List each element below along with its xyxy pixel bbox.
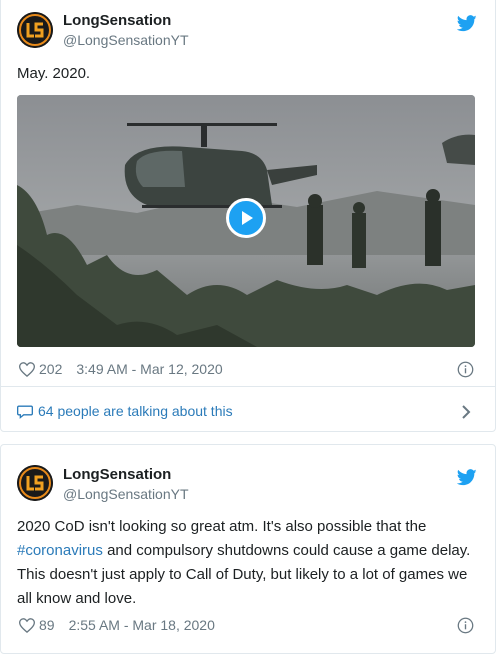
twitter-bird-icon[interactable] — [457, 469, 477, 486]
info-icon[interactable] — [457, 617, 474, 634]
tweet-meta: 89 2:55 AM - Mar 18, 2020 — [19, 617, 215, 633]
video-thumbnail[interactable] — [17, 95, 475, 347]
page: LongSensation @LongSensationYT May. 2020… — [0, 0, 499, 654]
conversation-text[interactable]: 64 people are talking about this — [38, 403, 233, 419]
heart-icon[interactable] — [19, 617, 35, 633]
tweet-meta: 202 3:49 AM - Mar 12, 2020 — [19, 361, 223, 377]
twitter-bird-icon[interactable] — [457, 15, 477, 32]
play-icon — [242, 211, 253, 225]
timestamp[interactable]: 2:55 AM - Mar 18, 2020 — [69, 617, 215, 633]
avatar[interactable] — [17, 12, 53, 48]
tweet-text: 2020 CoD isn't looking so great atm. It'… — [17, 515, 479, 611]
like-count[interactable]: 202 — [39, 361, 62, 377]
play-button[interactable] — [226, 198, 266, 238]
avatar[interactable] — [17, 465, 53, 501]
like-count[interactable]: 89 — [39, 617, 55, 633]
author-handle[interactable]: @LongSensationYT — [63, 32, 189, 48]
conversation-link[interactable]: 64 people are talking about this — [17, 403, 233, 419]
ls-logo-icon — [17, 465, 53, 501]
author-name[interactable]: LongSensation — [63, 12, 171, 29]
chevron-right-icon[interactable] — [461, 404, 471, 420]
timestamp[interactable]: 3:49 AM - Mar 12, 2020 — [76, 361, 222, 377]
heart-icon[interactable] — [19, 361, 35, 377]
author-handle[interactable]: @LongSensationYT — [63, 486, 189, 502]
info-icon[interactable] — [457, 361, 474, 378]
ls-logo-icon — [17, 12, 53, 48]
speech-bubble-icon — [17, 405, 33, 419]
tweet-card: LongSensation @LongSensationYT May. 2020… — [0, 0, 496, 432]
tweet-text: May. 2020. — [17, 65, 91, 82]
author-name[interactable]: LongSensation — [63, 466, 171, 483]
divider — [1, 386, 495, 387]
tweet-text-before: 2020 CoD isn't looking so great atm. It'… — [17, 518, 427, 535]
hashtag-link[interactable]: #coronavirus — [17, 542, 103, 559]
tweet-card: LongSensation @LongSensationYT 2020 CoD … — [0, 444, 496, 654]
